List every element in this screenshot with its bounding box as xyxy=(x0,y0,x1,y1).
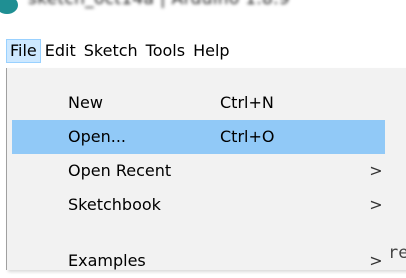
menu-help[interactable]: Help xyxy=(189,39,233,63)
menu-item-open-recent[interactable]: Open Recent > xyxy=(12,154,385,188)
shortcut-label: Ctrl+O xyxy=(220,127,275,146)
menu-item-label: Open Recent xyxy=(68,161,172,180)
menu-item-sketchbook[interactable]: Sketchbook > xyxy=(12,188,385,222)
menu-item-label: Open... xyxy=(68,127,126,146)
menu-item-label: New xyxy=(68,93,103,112)
menu-item-examples[interactable]: Examples > xyxy=(12,244,385,278)
chevron-right-icon: > xyxy=(369,161,383,180)
menu-item-new[interactable]: New Ctrl+N xyxy=(12,86,385,120)
chevron-right-icon: > xyxy=(369,195,383,214)
window-title: sketch_oct14a | Arduino 1.8.9 xyxy=(28,0,290,9)
menu-file[interactable]: File xyxy=(6,39,41,63)
menu-item-open[interactable]: Open... Ctrl+O xyxy=(12,120,385,154)
arduino-logo-icon xyxy=(0,0,18,14)
menu-item-label: Examples xyxy=(68,251,146,270)
menu-item-label: Sketchbook xyxy=(68,195,161,214)
title-bar: sketch_oct14a | Arduino 1.8.9 xyxy=(0,0,406,34)
editor-text: re xyxy=(388,243,406,263)
chevron-right-icon: > xyxy=(369,251,383,270)
shortcut-label: Ctrl+N xyxy=(220,93,274,112)
menu-sketch[interactable]: Sketch xyxy=(80,39,142,63)
menu-tools[interactable]: Tools xyxy=(142,39,189,63)
file-menu-dropdown: New Ctrl+N Open... Ctrl+O Open Recent > … xyxy=(6,68,406,270)
menu-edit[interactable]: Edit xyxy=(41,39,80,63)
menu-bar: File Edit Sketch Tools Help xyxy=(0,34,406,68)
